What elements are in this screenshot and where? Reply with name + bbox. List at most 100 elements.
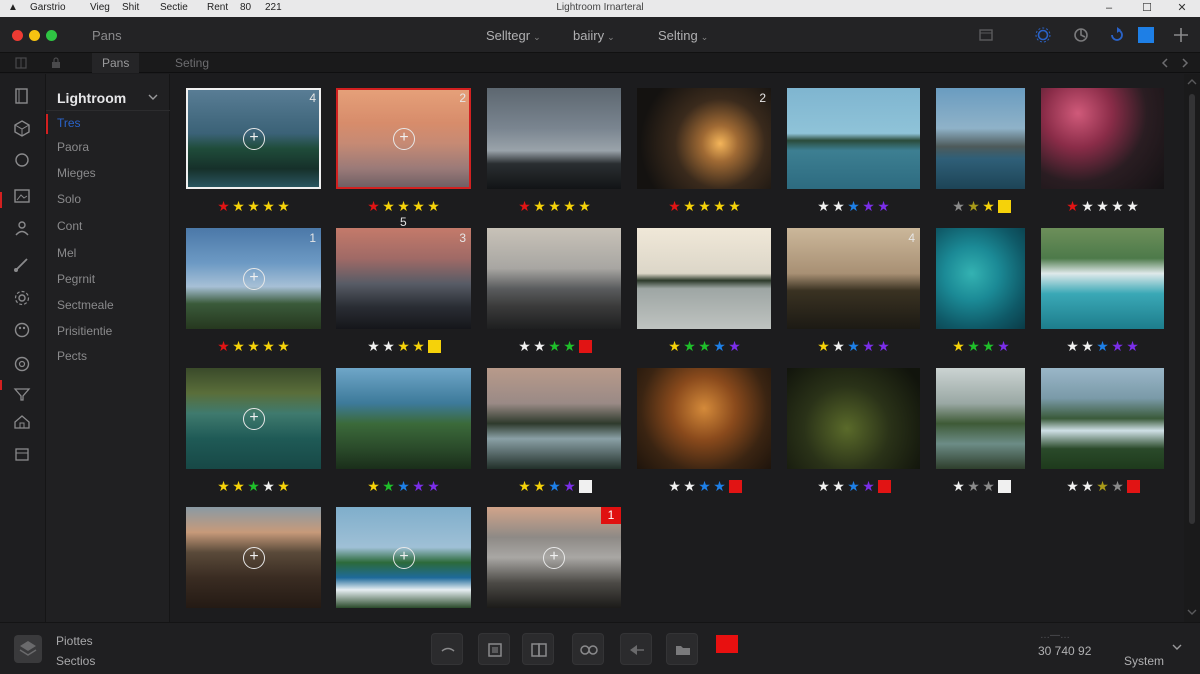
star-icon-yellow[interactable]: ★	[697, 198, 712, 214]
brush-icon[interactable]	[12, 254, 32, 274]
filter-icon[interactable]	[12, 384, 32, 404]
star-icon-yellow[interactable]: ★	[951, 338, 966, 354]
star-icon-blue[interactable]: ★	[697, 478, 712, 494]
photo-thumbnail[interactable]: 3	[336, 228, 471, 329]
star-icon-yellow[interactable]: ★	[246, 338, 261, 354]
star-icon-blue[interactable]: ★	[712, 478, 727, 494]
color-label-swatch[interactable]	[716, 635, 738, 653]
photo-thumbnail[interactable]: 1 +	[487, 507, 621, 608]
star-icon-yellow[interactable]: ★	[246, 198, 261, 214]
image-icon[interactable]	[12, 186, 32, 206]
star-icon-yellow[interactable]: ★	[396, 198, 411, 214]
star-icon-yellow[interactable]: ★	[682, 198, 697, 214]
traffic-zoom-button[interactable]	[46, 30, 57, 41]
chevron-left-icon[interactable]	[1158, 56, 1172, 70]
lock-icon[interactable]	[49, 56, 63, 70]
photo-thumbnail[interactable]	[1041, 88, 1164, 189]
star-icon-yellow[interactable]: ★	[816, 338, 831, 354]
cube-icon[interactable]	[12, 118, 32, 138]
photo-thumbnail[interactable]	[936, 368, 1025, 469]
settings-icon[interactable]	[1034, 26, 1052, 44]
star-icon-white[interactable]: ★	[667, 478, 682, 494]
star-rating[interactable]: ★ ★ ★ ★ ★	[216, 478, 291, 494]
sidebar-item-pects[interactable]: Pects	[57, 349, 87, 363]
add-to-collection-icon[interactable]: +	[543, 547, 565, 569]
star-icon-yellow[interactable]: ★	[366, 478, 381, 494]
star-rating[interactable]: ★ ★ ★ ★ ★	[816, 338, 891, 354]
star-icon-yellow[interactable]: ★	[381, 198, 396, 214]
people-button[interactable]	[572, 633, 604, 665]
photo-thumbnail[interactable]	[336, 368, 471, 469]
star-icon-purple[interactable]: ★	[1110, 338, 1125, 354]
star-icon-yellow[interactable]: ★	[517, 478, 532, 494]
star-icon-white[interactable]: ★	[366, 338, 381, 354]
minimize-button[interactable]: –	[1095, 0, 1123, 17]
star-icon-white[interactable]: ★	[532, 338, 547, 354]
photo-thumbnail[interactable]	[1041, 228, 1164, 329]
star-icon-white[interactable]: ★	[1080, 198, 1095, 214]
star-icon-red[interactable]: ★	[1065, 198, 1080, 214]
star-icon-yellow[interactable]: ★	[981, 198, 996, 214]
star-icon-white[interactable]: ★	[682, 478, 697, 494]
photo-thumbnail[interactable]: 2 +	[336, 88, 471, 189]
palette-icon[interactable]	[12, 320, 32, 340]
sidebar-item-prisitientie[interactable]: Prisitientie	[57, 324, 112, 338]
star-rating[interactable]: ★ ★ ★ ★	[1065, 478, 1140, 494]
star-icon-yellow[interactable]: ★	[231, 338, 246, 354]
star-icon-yellow[interactable]: ★	[216, 478, 231, 494]
star-rating[interactable]: ★ ★ ★ ★	[667, 478, 742, 494]
star-icon-white[interactable]: ★	[1080, 338, 1095, 354]
undo-button[interactable]	[431, 633, 463, 665]
star-rating[interactable]: ★ ★ ★ ★	[951, 338, 1011, 354]
photo-thumbnail[interactable]: +	[186, 507, 321, 608]
star-icon-yellow[interactable]: ★	[577, 198, 592, 214]
color-flag-red[interactable]	[1127, 480, 1140, 493]
dropdown-selltegr[interactable]: Selltegr ⌄	[486, 28, 541, 43]
tab-seting[interactable]: Seting	[165, 53, 219, 73]
sidebar-item-solo[interactable]: Solo	[57, 192, 81, 206]
star-icon-yellow[interactable]: ★	[562, 198, 577, 214]
star-icon-purple[interactable]: ★	[861, 198, 876, 214]
star-icon-white[interactable]: ★	[1065, 478, 1080, 494]
traffic-minimize-button[interactable]	[29, 30, 40, 41]
add-to-collection-icon[interactable]: +	[243, 408, 265, 430]
star-icon-gray[interactable]: ★	[981, 478, 996, 494]
star-icon-green[interactable]: ★	[547, 338, 562, 354]
star-icon-purple[interactable]: ★	[562, 478, 577, 494]
star-icon-white[interactable]: ★	[951, 478, 966, 494]
star-rating[interactable]: ★ ★ ★ ★ ★	[517, 198, 592, 214]
folder-button[interactable]	[666, 633, 698, 665]
star-icon-white[interactable]: ★	[816, 198, 831, 214]
star-icon-blue[interactable]: ★	[1095, 338, 1110, 354]
chevron-down-icon[interactable]	[1172, 643, 1182, 651]
star-icon-green[interactable]: ★	[246, 478, 261, 494]
star-icon-olive[interactable]: ★	[966, 198, 981, 214]
star-icon-green[interactable]: ★	[562, 338, 577, 354]
star-icon-white[interactable]: ★	[1095, 198, 1110, 214]
home-icon[interactable]	[12, 412, 32, 432]
star-icon-purple[interactable]: ★	[996, 338, 1011, 354]
star-icon-white[interactable]: ★	[517, 338, 532, 354]
star-icon-gray[interactable]: ★	[951, 198, 966, 214]
star-icon-green[interactable]: ★	[966, 338, 981, 354]
app-logo-icon[interactable]	[14, 635, 42, 663]
photo-thumbnail[interactable]: 4 +	[186, 88, 321, 189]
star-icon-green[interactable]: ★	[682, 338, 697, 354]
star-rating[interactable]: ★ ★ ★ ★ ★	[366, 478, 441, 494]
star-icon-green[interactable]: ★	[981, 338, 996, 354]
star-icon-red[interactable]: ★	[216, 198, 231, 214]
star-rating[interactable]: ★ ★ ★ ★ ★	[667, 198, 742, 214]
star-icon-yellow[interactable]: ★	[532, 198, 547, 214]
star-icon-yellow[interactable]: ★	[396, 338, 411, 354]
star-rating[interactable]: ★ ★ ★ ★ ★	[816, 198, 891, 214]
scrollbar[interactable]	[1184, 74, 1200, 622]
photo-thumbnail[interactable]	[637, 228, 771, 329]
star-icon-purple[interactable]: ★	[876, 198, 891, 214]
box-icon[interactable]	[12, 444, 32, 464]
sidebar-item-mieges[interactable]: Mieges	[57, 166, 96, 180]
color-flag-red[interactable]	[729, 480, 742, 493]
dropdown-baiiry[interactable]: baiiry ⌄	[573, 28, 615, 43]
color-flag-white[interactable]	[998, 480, 1011, 493]
photo-thumbnail[interactable]: +	[336, 507, 471, 608]
photo-thumbnail[interactable]	[787, 368, 920, 469]
